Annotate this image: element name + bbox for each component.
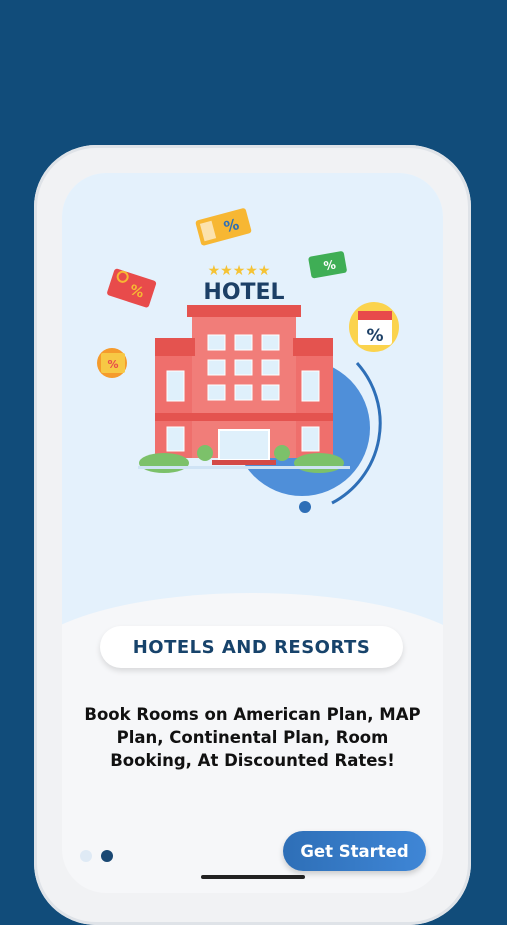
- discount-calendar-icon: %: [349, 302, 399, 352]
- page-dot-2-active[interactable]: [101, 850, 113, 862]
- building-ledge: [155, 413, 333, 421]
- hotel-sign: HOTEL: [203, 280, 284, 305]
- title-pill: HOTELS AND RESORTS: [100, 626, 403, 668]
- entrance-step: [212, 460, 276, 465]
- left-wing-roof: [155, 338, 195, 356]
- ground-line: [138, 466, 350, 469]
- svg-text:%: %: [323, 257, 337, 273]
- hotel-illustration: ★★★★★ HOTEL % % % % %: [97, 208, 399, 513]
- get-started-button[interactable]: Get Started: [283, 831, 426, 871]
- card-title: HOTELS AND RESORTS: [132, 636, 371, 658]
- svg-text:%: %: [366, 326, 383, 346]
- page-dot-1[interactable]: [80, 850, 92, 862]
- home-indicator: [201, 875, 305, 879]
- coupon-yellow-icon: %: [195, 208, 252, 246]
- right-bush: [294, 453, 344, 473]
- orbit-dot: [299, 501, 311, 513]
- stars-rating: ★★★★★: [208, 263, 271, 279]
- left-bush: [139, 453, 189, 473]
- tree-right: [274, 445, 290, 461]
- entrance-door: [218, 429, 270, 461]
- page-indicator: [80, 850, 113, 862]
- description-text: Book Rooms on American Plan, MAP Plan, C…: [84, 705, 421, 770]
- discount-tag-icon: %: [97, 348, 127, 378]
- building-roof: [187, 305, 301, 317]
- coupon-green-icon: %: [308, 251, 347, 279]
- tree-left: [197, 445, 213, 461]
- coupon-red-icon: %: [107, 268, 157, 308]
- right-wing-roof: [293, 338, 333, 356]
- phone-frame: ★★★★★ HOTEL % % % % % HOTELS AND RESORTS…: [34, 145, 471, 925]
- svg-text:%: %: [107, 358, 118, 371]
- onboarding-screen: ★★★★★ HOTEL % % % % % HOTELS AND RESORTS…: [62, 173, 443, 893]
